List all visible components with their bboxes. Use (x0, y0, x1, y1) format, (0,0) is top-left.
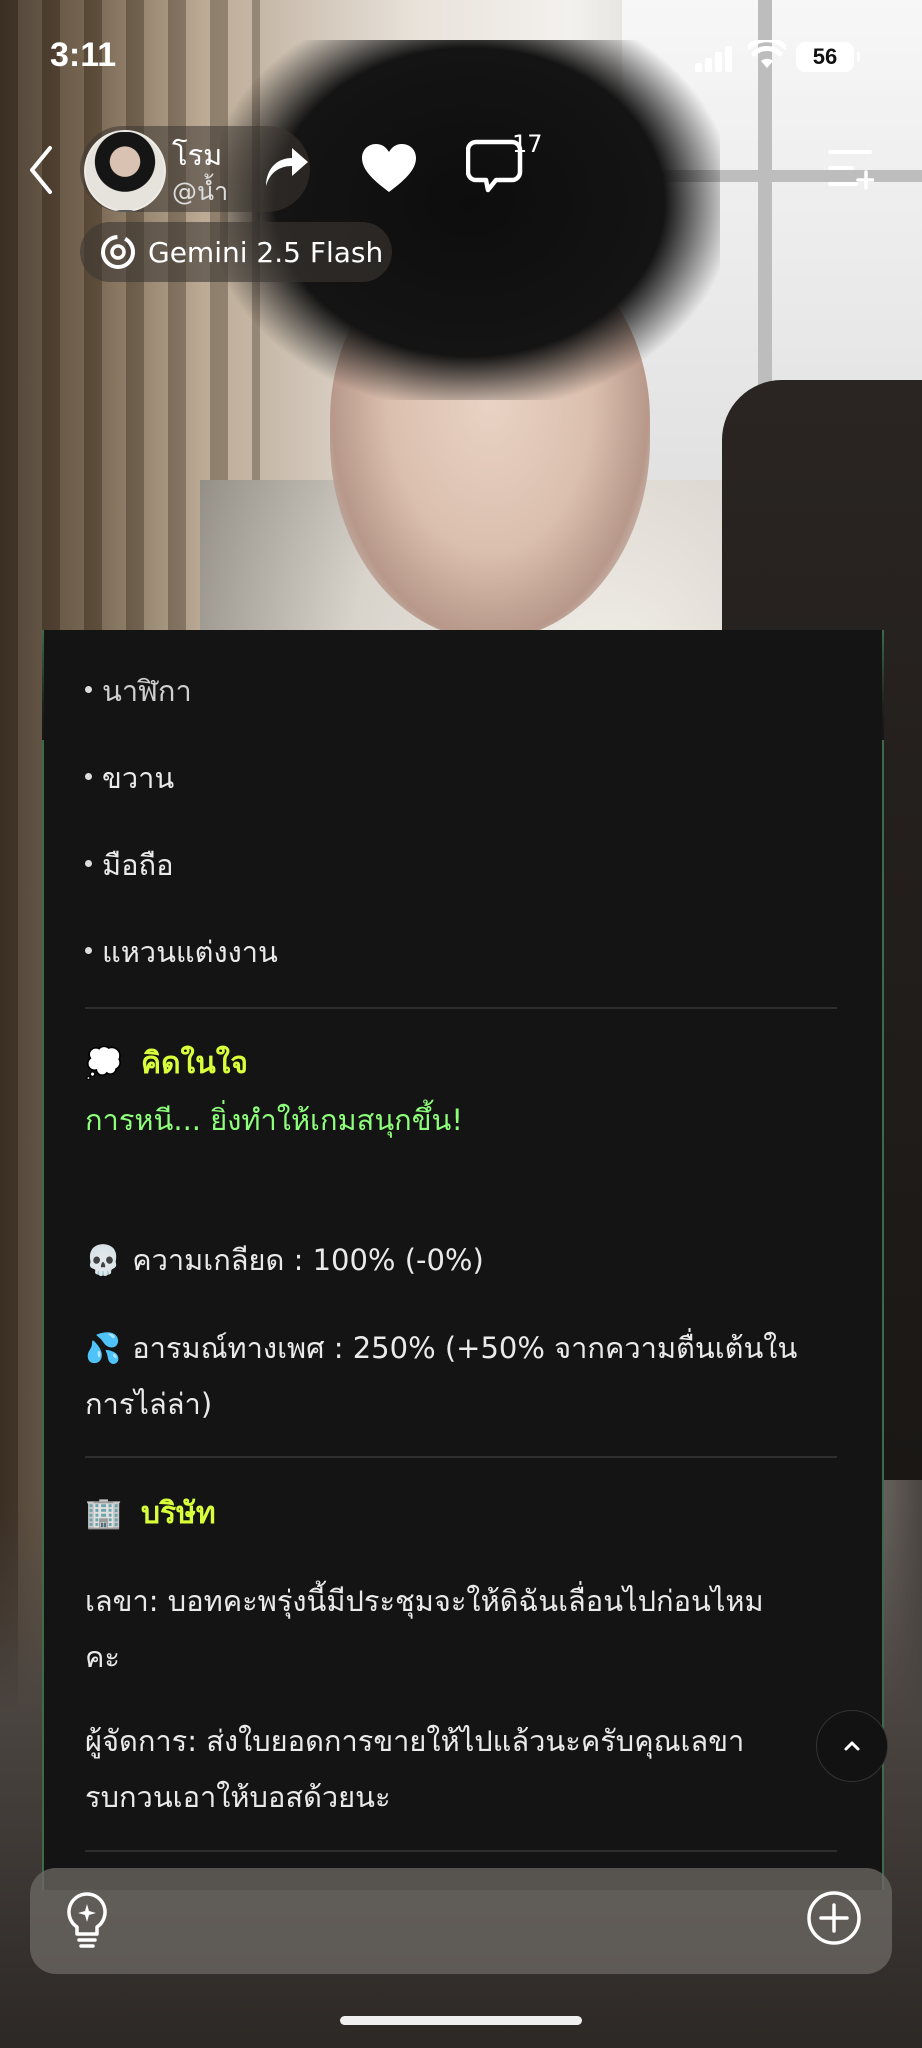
divider (85, 1850, 837, 1852)
divider (85, 1007, 837, 1009)
stat-arousal: 💦 อารมณ์ทางเพศ : 250% (+50% จากความตื่นเ… (85, 1331, 798, 1365)
status-bar: 3:11 56 (0, 0, 922, 110)
droplets-icon: 💦 (85, 1331, 122, 1365)
office-building-icon: 🏢 (85, 1496, 123, 1531)
clock: 3:11 (50, 36, 117, 74)
company-heading: 🏢 บริษัท (85, 1496, 216, 1531)
creator-handle: @น้ำ (172, 177, 229, 206)
thought-text: การหนี... ยิ่งทำให้เกมสนุกขึ้น! (85, 1103, 464, 1137)
thought-heading: 💭 คิดในใจ (85, 1046, 248, 1081)
stat-hate: 💀 ความเกลียด : 100% (-0%) (85, 1243, 484, 1277)
list-item: มือถือ (85, 842, 174, 888)
avatar[interactable] (84, 130, 166, 212)
chat-input-bar[interactable] (30, 1868, 892, 1974)
home-indicator[interactable] (340, 2016, 582, 2025)
add-icon[interactable] (806, 1890, 862, 1946)
divider (85, 1456, 837, 1458)
lightbulb-icon[interactable] (64, 1890, 110, 1950)
battery-indicator: 56 (796, 42, 860, 72)
list-item: ขวาน (85, 755, 174, 801)
wifi-icon (748, 40, 786, 68)
thought-bubble-icon: 💭 (85, 1046, 123, 1081)
model-label: Gemini 2.5 Flash (148, 236, 384, 269)
cellular-signal-icon (695, 44, 735, 72)
chevron-up-icon (844, 1741, 860, 1751)
scroll-to-top-button[interactable] (816, 1710, 888, 1782)
share-icon[interactable] (262, 146, 310, 186)
company-line: รบกวนเอาให้บอสด้วยนะ (85, 1780, 391, 1814)
model-selector[interactable]: Gemini 2.5 Flash (80, 222, 392, 282)
list-item: แหวนแต่งงาน (85, 929, 278, 975)
company-line: ผู้จัดการ: ส่งใบยอดการขายให้ไปแล้วนะครับ… (85, 1724, 745, 1758)
list-item: นาฬิกา (85, 668, 192, 714)
company-line: คะ (85, 1640, 120, 1674)
heart-icon[interactable] (360, 142, 418, 194)
stat-arousal-cont: การไล่ล่า) (85, 1387, 213, 1421)
model-gear-icon (101, 235, 135, 269)
menu-icon[interactable] (826, 148, 874, 190)
comment-count: 17 (512, 130, 543, 158)
skull-icon: 💀 (85, 1243, 122, 1277)
company-line: เลขา: บอทคะพรุ่งนี้มีประชุมจะให้ดิฉันเลื… (85, 1584, 764, 1618)
back-chevron-icon[interactable] (22, 140, 62, 200)
